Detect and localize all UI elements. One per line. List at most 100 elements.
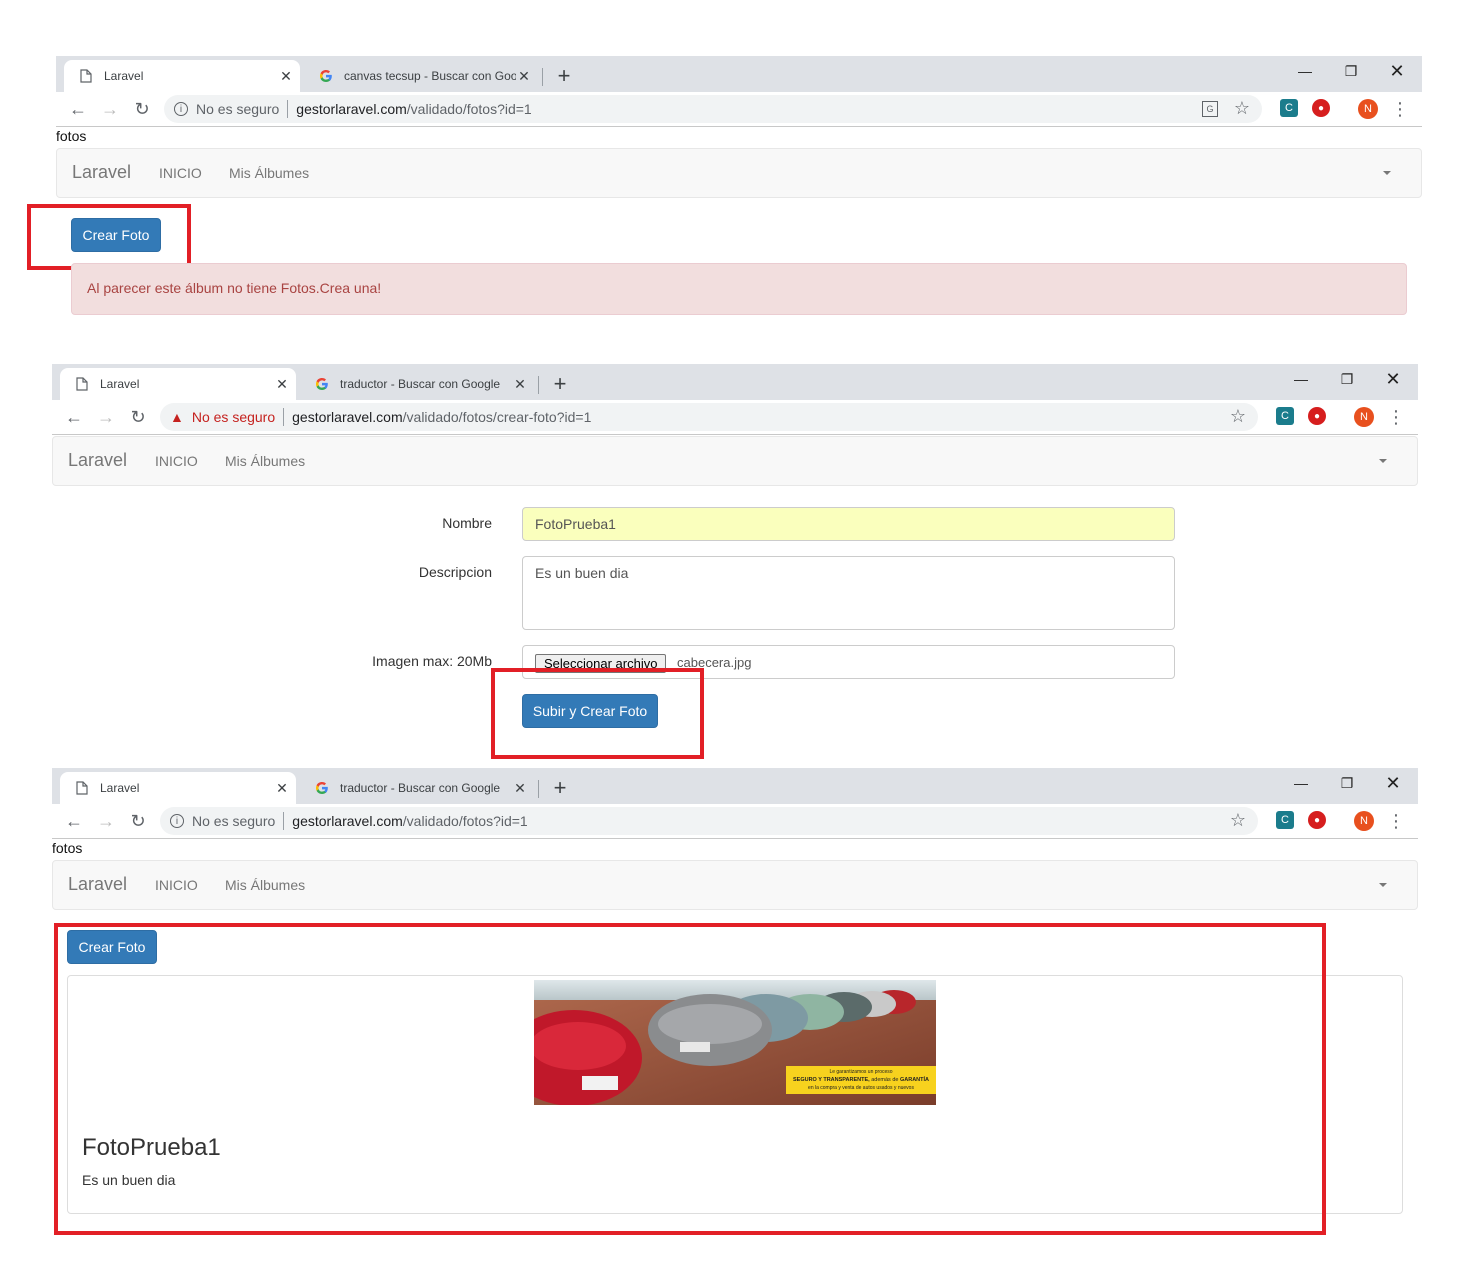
restore-icon[interactable]: ❐ (1328, 60, 1374, 82)
tab-google[interactable]: traductor - Buscar con Google ✕ (300, 772, 534, 804)
extension-icon[interactable]: C (1276, 407, 1294, 425)
adblock-icon[interactable]: ● (1308, 407, 1326, 425)
close-icon[interactable]: ✕ (274, 780, 290, 796)
new-tab-icon[interactable]: + (546, 774, 574, 802)
tab-laravel[interactable]: Laravel ✕ (60, 772, 296, 804)
browser-toolbar: ← → ↻ ▲ No es seguro gestorlaravel.com /… (52, 400, 1418, 435)
security-indicator[interactable]: ▲ No es seguro (170, 409, 275, 425)
extension-icon[interactable]: C (1280, 99, 1298, 117)
url-domain: gestorlaravel.com (292, 813, 403, 829)
tab-laravel[interactable]: Laravel ✕ (60, 368, 296, 400)
url-path: /validado/fotos/crear-foto?id=1 (402, 409, 592, 425)
profile-avatar[interactable]: N (1354, 811, 1374, 831)
nav-link-albumes[interactable]: Mis Álbumes (229, 165, 309, 181)
adblock-icon[interactable]: ● (1308, 811, 1326, 829)
navbar: Laravel INICIO Mis Álbumes (56, 148, 1422, 198)
menu-dots-icon[interactable]: ⋮ (1388, 97, 1412, 121)
close-window-icon[interactable]: ✕ (1370, 772, 1416, 794)
bookmark-star-icon[interactable]: ☆ (1230, 810, 1246, 831)
description-textarea[interactable]: Es un buen dia (522, 556, 1175, 630)
tab-title: traductor - Buscar con Google (340, 781, 501, 795)
minimize-icon[interactable]: — (1278, 368, 1324, 390)
back-icon[interactable]: ← (62, 809, 86, 833)
tab-laravel[interactable]: Laravel ✕ (64, 60, 300, 92)
name-label: Nombre (442, 515, 492, 531)
name-input[interactable]: FotoPrueba1 (522, 507, 1175, 541)
tab-title: Laravel (104, 69, 144, 83)
profile-avatar[interactable]: N (1358, 99, 1378, 119)
adblock-icon[interactable]: ● (1312, 99, 1330, 117)
tab-google[interactable]: traductor - Buscar con Google ✕ (300, 368, 534, 400)
reload-icon[interactable]: ↻ (126, 809, 150, 833)
close-window-icon[interactable]: ✕ (1374, 60, 1420, 82)
description-text: Es un buen dia (535, 565, 629, 581)
menu-dots-icon[interactable]: ⋮ (1384, 809, 1408, 833)
image-label: Imagen max: 20Mb (372, 653, 492, 669)
url-domain: gestorlaravel.com (292, 409, 403, 425)
forward-icon[interactable]: → (94, 809, 118, 833)
security-label: No es seguro (191, 409, 276, 425)
forward-icon[interactable]: → (98, 97, 122, 121)
close-icon[interactable]: ✕ (512, 780, 528, 796)
navbar: Laravel INICIO Mis Álbumes (52, 436, 1418, 486)
address-bar[interactable]: ▲ No es seguro gestorlaravel.com /valida… (160, 403, 1258, 431)
navbar: Laravel INICIO Mis Álbumes (52, 860, 1418, 910)
security-label: No es seguro (196, 101, 280, 117)
page-icon (78, 68, 94, 84)
warning-icon: ▲ (170, 409, 184, 425)
reload-icon[interactable]: ↻ (130, 97, 154, 121)
navbar-brand[interactable]: Laravel (72, 162, 131, 183)
forward-icon[interactable]: → (94, 405, 118, 429)
new-tab-icon[interactable]: + (546, 370, 574, 398)
dropdown-caret-icon[interactable] (1379, 459, 1387, 463)
back-icon[interactable]: ← (62, 405, 86, 429)
highlight-box (491, 668, 704, 759)
address-bar[interactable]: i No es seguro gestorlaravel.com /valida… (164, 95, 1262, 123)
close-icon[interactable]: ✕ (278, 68, 294, 84)
page-icon (74, 780, 90, 796)
back-icon[interactable]: ← (66, 97, 90, 121)
tab-google[interactable]: canvas tecsup - Buscar con Google ✕ (304, 60, 538, 92)
navbar-brand[interactable]: Laravel (68, 874, 127, 895)
nav-link-albumes[interactable]: Mis Álbumes (225, 453, 305, 469)
empty-album-alert: Al parecer este álbum no tiene Fotos.Cre… (71, 263, 1407, 315)
security-indicator[interactable]: i No es seguro (174, 101, 279, 117)
minimize-icon[interactable]: — (1282, 60, 1328, 82)
close-icon[interactable]: ✕ (274, 376, 290, 392)
url-domain: gestorlaravel.com (296, 101, 407, 117)
address-bar[interactable]: i No es seguro gestorlaravel.com /valida… (160, 807, 1258, 835)
nav-link-inicio[interactable]: INICIO (155, 453, 198, 469)
close-icon[interactable]: ✕ (516, 68, 532, 84)
nav-link-inicio[interactable]: INICIO (159, 165, 202, 181)
reload-icon[interactable]: ↻ (126, 405, 150, 429)
nav-link-albumes[interactable]: Mis Álbumes (225, 877, 305, 893)
profile-avatar[interactable]: N (1354, 407, 1374, 427)
page-heading: fotos (52, 840, 83, 856)
dropdown-caret-icon[interactable] (1383, 171, 1391, 175)
close-icon[interactable]: ✕ (512, 376, 528, 392)
nav-link-inicio[interactable]: INICIO (155, 877, 198, 893)
tab-strip: Laravel ✕ traductor - Buscar con Google … (52, 768, 1418, 804)
translate-icon[interactable]: G (1202, 101, 1218, 117)
minimize-icon[interactable]: — (1278, 772, 1324, 794)
extension-icon[interactable]: C (1276, 811, 1294, 829)
browser-toolbar: ← → ↻ i No es seguro gestorlaravel.com /… (56, 92, 1422, 127)
description-label: Descripcion (418, 564, 492, 580)
close-window-icon[interactable]: ✕ (1370, 368, 1416, 390)
bookmark-star-icon[interactable]: ☆ (1234, 98, 1250, 119)
navbar-brand[interactable]: Laravel (68, 450, 127, 471)
omnibox-separator (287, 100, 289, 118)
restore-icon[interactable]: ❐ (1324, 772, 1370, 794)
tab-title: Laravel (100, 377, 140, 391)
bookmark-star-icon[interactable]: ☆ (1230, 406, 1246, 427)
url-path: /validado/fotos?id=1 (406, 101, 532, 117)
url-path: /validado/fotos?id=1 (402, 813, 528, 829)
restore-icon[interactable]: ❐ (1324, 368, 1370, 390)
menu-dots-icon[interactable]: ⋮ (1384, 405, 1408, 429)
security-indicator[interactable]: i No es seguro (170, 813, 275, 829)
page-heading: fotos (56, 128, 87, 144)
security-label: No es seguro (192, 813, 276, 829)
new-tab-icon[interactable]: + (550, 62, 578, 90)
tab-title: traductor - Buscar con Google (340, 377, 501, 391)
dropdown-caret-icon[interactable] (1379, 883, 1387, 887)
